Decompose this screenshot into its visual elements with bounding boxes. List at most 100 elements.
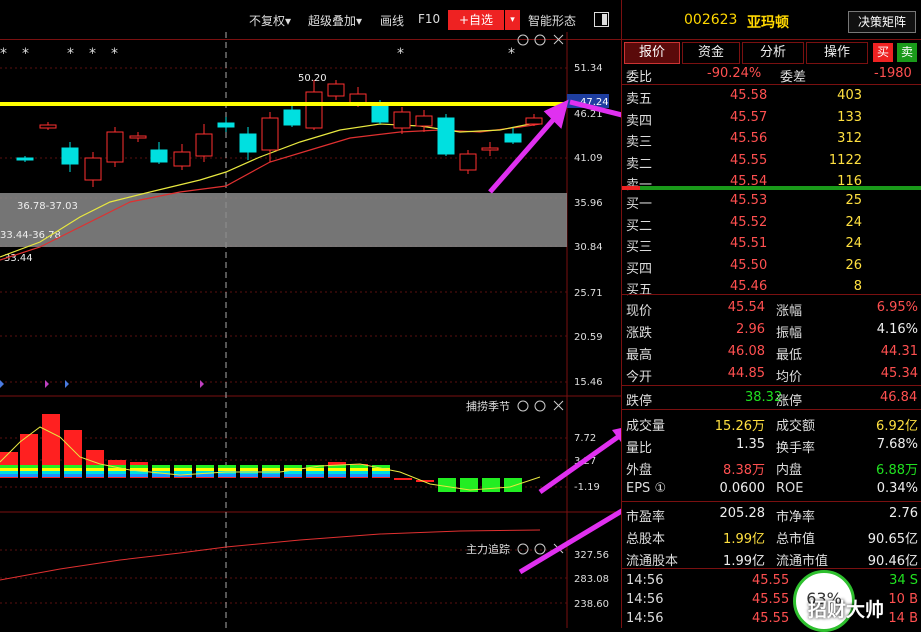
stat-label: 流通股本 xyxy=(626,554,679,569)
candle-body xyxy=(305,91,323,129)
price-label-6: 25.71 xyxy=(574,288,603,299)
indicator-stripe xyxy=(196,465,214,468)
settings-icon xyxy=(517,400,529,412)
indicator-stripe xyxy=(86,474,104,477)
ind1-label-1: 7.72 xyxy=(574,433,596,444)
stat-value: 45.54 xyxy=(727,300,765,315)
decision-matrix-button[interactable]: 决策矩阵 xyxy=(848,11,916,33)
signal-stars: * * * * * * * xyxy=(0,46,515,62)
price-label-7: 20.59 xyxy=(574,332,603,343)
book-volume: 133 xyxy=(837,109,862,125)
indicator-stripe xyxy=(64,471,82,474)
candle-body xyxy=(327,83,345,97)
indicator-1-icons[interactable] xyxy=(517,400,564,412)
watchlist-dropdown[interactable]: ▾ xyxy=(504,10,520,30)
indicator-stripe xyxy=(262,474,280,477)
main-panel-icons[interactable] xyxy=(517,34,564,46)
stat-value: 4.16% xyxy=(876,322,918,337)
price-axis: 51.34 46.21 41.09 35.96 30.84 25.71 20.5… xyxy=(574,63,603,388)
stat-row: 流通股本 1.99亿 流通市值 90.46亿 xyxy=(622,548,921,569)
book-label: 卖五 xyxy=(626,92,653,107)
ind2-label-3: 238.60 xyxy=(574,599,609,610)
stat-label: 最低 xyxy=(776,348,803,363)
indicator-stripe xyxy=(0,471,18,474)
book-label: 买一 xyxy=(626,197,653,212)
sell-button[interactable]: 卖 xyxy=(897,43,917,62)
indicator-stripe xyxy=(0,465,18,468)
indicator-stripe xyxy=(42,465,60,468)
book-label: 卖二 xyxy=(626,156,653,172)
smart-pattern-button[interactable]: 智能形态 xyxy=(528,12,576,29)
draw-line-button[interactable]: 画线 xyxy=(380,12,404,29)
candle-body xyxy=(525,117,543,125)
indicator-stripe xyxy=(42,471,60,474)
book-price: 45.52 xyxy=(730,214,768,230)
book-price: 45.58 xyxy=(730,88,768,103)
indicator-stripe xyxy=(86,471,104,474)
tick-row: 14:56 45.55 34 S xyxy=(622,571,921,591)
book-price: 45.50 xyxy=(730,257,768,273)
stat-row: 外盘 8.38万 内盘 6.88万 xyxy=(622,457,921,478)
tab-quote[interactable]: 报价 xyxy=(624,42,680,64)
candle-body xyxy=(173,151,191,167)
stat-label: 成交额 xyxy=(776,419,816,434)
stat-label: 市净率 xyxy=(776,510,816,525)
book-volume: 25 xyxy=(845,193,862,208)
watermark: 招财大帅 xyxy=(808,599,885,621)
indicator-stripe xyxy=(108,471,126,474)
star-6: * xyxy=(397,46,404,62)
stat-value: 46.08 xyxy=(727,344,765,359)
book-row: 卖五 45.58 403 xyxy=(622,86,921,107)
settings-icon xyxy=(517,34,529,46)
indicator-stripe xyxy=(284,474,302,477)
stat-value: 0.0600 xyxy=(719,481,766,496)
indicator-stripe xyxy=(284,465,302,468)
stat-value: 90.65亿 xyxy=(867,532,918,547)
price-label-5: 30.84 xyxy=(574,242,603,253)
book-row: 卖二 45.55 1122 xyxy=(622,151,921,172)
indicator-bar xyxy=(394,478,412,480)
tick-time: 14:56 xyxy=(626,592,664,607)
tab-funds[interactable]: 资金 xyxy=(682,42,740,64)
stat-row: 今开 44.85 均价 45.34 xyxy=(622,364,921,385)
indicator-stripe xyxy=(240,474,258,477)
candle-body xyxy=(261,117,279,151)
stat-value: 45.34 xyxy=(880,366,918,381)
candle-body xyxy=(415,115,433,127)
tab-operation[interactable]: 操作 xyxy=(806,42,868,64)
book-volume: 26 xyxy=(845,257,862,273)
kline-chart[interactable]: 36.78-37.03 33.44-36.78 33.44 50.20 * * … xyxy=(0,32,621,628)
stat-row: 涨跌 2.96 振幅 4.16% xyxy=(622,320,921,341)
tab-analysis[interactable]: 分析 xyxy=(742,42,804,64)
book-row: 买三 45.51 24 xyxy=(622,234,921,255)
book-price: 45.51 xyxy=(730,236,768,251)
stat-row: 量比 1.35 换手率 7.68% xyxy=(622,435,921,456)
book-row: 卖三 45.56 312 xyxy=(622,129,921,150)
tick-time: 14:56 xyxy=(626,573,664,588)
weibi-row: 委比 -90.24% 委差 -1980 xyxy=(626,66,912,85)
indicator-stripe xyxy=(306,474,324,477)
fuquan-dropdown[interactable]: 不复权▾ xyxy=(249,12,291,29)
book-row: 买一 45.53 25 xyxy=(622,191,921,212)
stat-label: 现价 xyxy=(626,304,653,319)
star-4: * xyxy=(89,46,96,62)
indicator-stripe xyxy=(42,468,60,471)
stat-value: 7.68% xyxy=(876,437,918,452)
indicator-stripe xyxy=(64,474,82,477)
candle-body xyxy=(217,122,235,128)
panel-toggle-icon[interactable] xyxy=(594,12,609,27)
book-row: 买四 45.50 26 xyxy=(622,256,921,277)
star-3: * xyxy=(67,46,74,62)
indicator-stripe xyxy=(240,468,258,471)
add-watchlist-button[interactable]: +自选 xyxy=(448,10,504,30)
buy-button[interactable]: 买 xyxy=(873,43,893,62)
overlay-dropdown[interactable]: 超级叠加▾ xyxy=(308,12,362,29)
stat-value: 44.85 xyxy=(727,366,765,381)
indicator-stripe xyxy=(218,465,236,468)
tick-price: 45.55 xyxy=(752,592,790,607)
stat-label: EPS ① xyxy=(626,481,667,496)
f10-button[interactable]: F10 xyxy=(418,12,440,26)
indicator-1-bars xyxy=(0,414,522,492)
price-label-1: 51.34 xyxy=(574,63,603,74)
close-icon xyxy=(553,400,564,411)
